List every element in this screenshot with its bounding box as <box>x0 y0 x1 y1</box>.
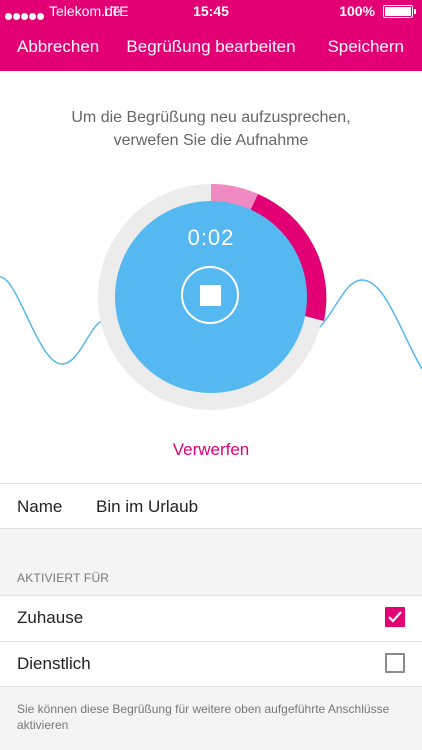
navigation-bar: Abbrechen Begrüßung bearbeiten Speichern <box>0 22 422 71</box>
greeting-edit-screen: Telekom.de LTE 15:45 100% Abbrechen Begr… <box>0 0 422 750</box>
status-bar: Telekom.de LTE 15:45 100% <box>0 0 422 22</box>
checkbox-work[interactable] <box>385 653 405 673</box>
activation-note: Sie können diese Begrüßung für weitere o… <box>17 702 390 732</box>
checkbox-home[interactable] <box>385 607 405 627</box>
option-label-work: Dienstlich <box>17 654 91 673</box>
save-button[interactable]: Speichern <box>327 37 404 57</box>
cancel-button[interactable]: Abbrechen <box>17 37 99 57</box>
battery-percentage: 100% <box>339 3 375 19</box>
recording-area: Um die Begrüßung neu aufzusprechen, verw… <box>0 71 422 483</box>
discard-button[interactable]: Verwerfen <box>0 440 422 460</box>
activation-option-work[interactable]: Dienstlich <box>0 641 422 687</box>
checkmark-icon <box>388 611 402 623</box>
activation-section-header: AKTIVIERT FÜR <box>17 571 110 585</box>
name-value[interactable]: Bin im Urlaub <box>96 497 198 517</box>
name-label: Name <box>17 497 63 516</box>
option-label-home: Zuhause <box>17 608 84 627</box>
battery-icon <box>383 5 416 18</box>
name-field-row[interactable]: Name Bin im Urlaub <box>0 483 422 529</box>
activation-option-home[interactable]: Zuhause <box>0 595 422 641</box>
stop-icon <box>200 285 221 306</box>
recording-timer: 0:02 <box>187 225 235 250</box>
stop-recording-button[interactable] <box>181 266 239 324</box>
